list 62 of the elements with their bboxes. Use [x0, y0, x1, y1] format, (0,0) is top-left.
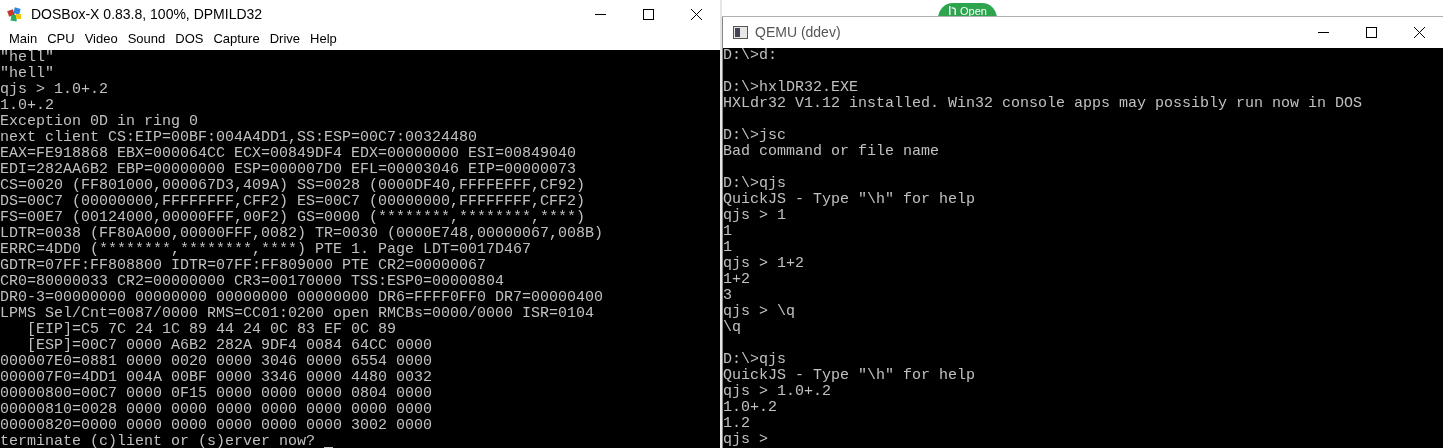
console-line: ERRC=4DD0 (********,********,****) PTE 1. Page LDT=0017D467 — [0, 242, 532, 258]
console-line: D:\>qjs — [723, 176, 786, 192]
console-line: D:\>jsc — [723, 128, 786, 144]
console-line: qjs > — [723, 432, 768, 448]
console-line: D:\>hxlDR32.EXE — [723, 80, 859, 96]
console-line: Exception 0D in ring 0 — [0, 114, 199, 130]
menu-item[interactable]: CPU — [42, 29, 80, 49]
console-line: "hell" — [0, 66, 54, 82]
console-line: 000007E0=0881 0000 0020 0000 3046 0000 6554 0000 — [0, 354, 433, 370]
maximize-icon — [642, 8, 654, 20]
menu-item[interactable]: Video — [79, 29, 123, 49]
console-line: QuickJS - Type "\h" for help — [723, 192, 976, 208]
console-line: qjs > 1+2 — [723, 256, 804, 272]
console-line: qjs > 1.0+.2 — [0, 82, 109, 98]
close-icon — [1413, 27, 1425, 38]
console-line: 1+2 — [723, 272, 750, 288]
window-title: DOSBox-X 0.83.8, 100%, DPMILD32 — [31, 4, 263, 24]
console-line: [ESP]=00C7 0000 A6B2 282A 9DF4 0084 64CC 0000 — [26, 338, 433, 354]
console-line: "hell" — [0, 50, 54, 66]
console-line: D:\>d: — [723, 48, 777, 64]
menu-item[interactable]: Help — [305, 29, 342, 49]
console-line: DR0-3=00000000 00000000 00000000 00000000 DR6=FFFF0FF0 DR7=00000400 — [0, 290, 604, 306]
console-line: EAX=FE918868 EBX=000064CC ECX=00849DF4 EDX=00000000 ESI=00849040 — [0, 146, 577, 162]
console-line: QuickJS - Type "\h" for help — [723, 368, 976, 384]
console-line: next client CS:EIP=00BF:004A4DD1,SS:ESP=00C7:00324480 — [0, 130, 478, 146]
console-line: Bad command or file name — [723, 144, 940, 160]
console-line: CR0=80000033 CR2=00000000 CR3=00170000 TSS:ESP0=00000804 — [0, 274, 505, 290]
console-line: EDI=282AA6B2 EBP=00000000 ESP=000007D0 EFL=00003046 EIP=00000073 — [0, 162, 577, 178]
console-line: 000007F0=4DD1 004A 00BF 0000 3346 0000 4480 0032 — [0, 370, 433, 386]
console-line: qjs > 1.0+.2 — [723, 384, 832, 400]
console-line: 1.0+.2 — [0, 98, 54, 114]
window-title: QEMU (ddev) — [755, 23, 841, 42]
maximize-icon — [1365, 27, 1377, 38]
console-line: D:\>qjs — [723, 352, 786, 368]
console-line: qjs > \q — [723, 304, 795, 320]
console-line: \q — [723, 320, 741, 336]
menu-item[interactable]: Capture — [208, 29, 265, 49]
console-line: HXLdr32 V1.12 installed. Win32 console apps may possibly run now in DOS — [723, 96, 1363, 112]
console-line: 00000820=0000 0000 0000 0000 0000 0000 3002 0000 — [0, 418, 433, 434]
close-icon — [690, 8, 702, 20]
console-line: FS=00E7 (00124000,00000FFF,00F2) GS=0000 (********,********,****) — [0, 210, 586, 226]
console-line: LDTR=0038 (FF80A000,00000FFF,0082) TR=0030 (0000E748,00000067,008B) — [0, 226, 604, 242]
menu-item[interactable]: Sound — [122, 29, 171, 49]
console-line: DS=00C7 (00000000,FFFFFFFF,CFF2) ES=00C7 (00000000,FFFFFFFF,CFF2) — [0, 194, 586, 210]
console-line: 00000800=00C7 0000 0F15 0000 0000 0000 0804 0000 — [0, 386, 433, 402]
console-line: [EIP]=C5 7C 24 1C 89 44 24 0C 83 EF 0C 89 — [26, 322, 397, 338]
app-icon — [7, 6, 23, 22]
console-line: 00000810=0028 0000 0000 0000 0000 0000 0000 0000 — [0, 402, 433, 418]
menu-item[interactable]: Main — [4, 29, 43, 49]
console-line: terminate (c)lient or (s)erver now? — [0, 434, 316, 448]
console-line: GDTR=07FF:FF808800 IDTR=07FF:FF809000 PTE CR2=00000067 — [0, 258, 487, 274]
console-line: 1 — [723, 240, 732, 256]
menu-item[interactable]: DOS — [170, 29, 209, 49]
console-line: 1.2 — [723, 416, 750, 432]
console-line: qjs > 1 — [723, 208, 786, 224]
console-line: 3 — [723, 288, 732, 304]
menu-item[interactable]: Drive — [264, 29, 305, 49]
app-icon — [733, 26, 748, 39]
console-line: LPMS Sel/Cnt=0087/0000 RMS=CC01:0200 open RMCBs=0000/0000 ISR=0104 — [0, 306, 595, 322]
console-line: 1.0+.2 — [723, 400, 777, 416]
console-line: 1 — [723, 224, 732, 240]
console-line: CS=0020 (FF801000,000067D3,409A) SS=0028 (0000DF40,FFFFEFFF,CF92) — [0, 178, 586, 194]
